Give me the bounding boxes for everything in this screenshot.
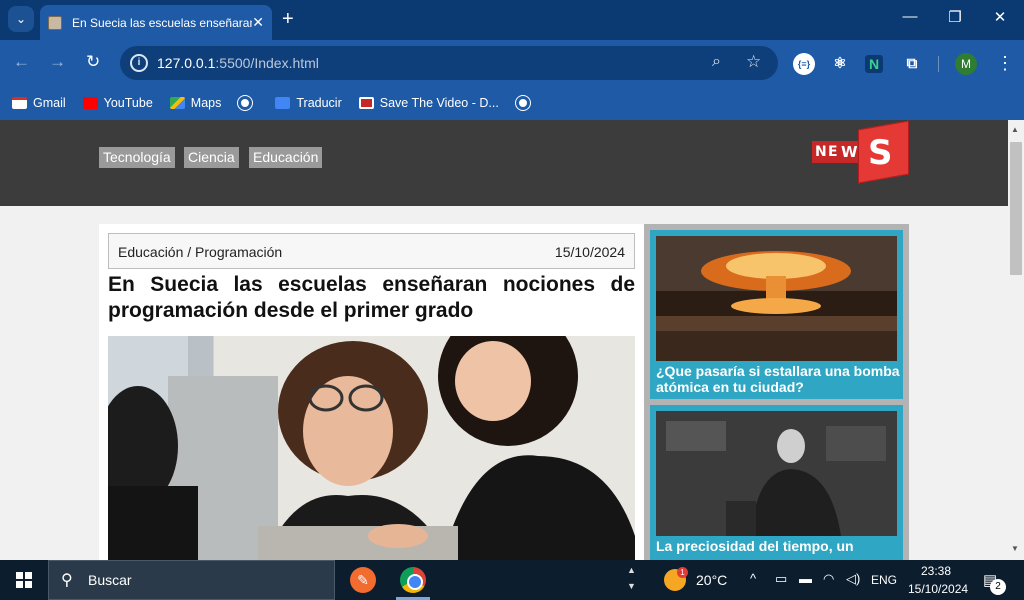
bookmark-maps[interactable]: Maps [169,96,221,110]
search-icon: ⚲ [61,572,73,589]
scrollbar-thumb[interactable] [1010,142,1022,275]
extensions-puzzle-icon[interactable]: ⧉ [901,53,923,75]
sidebar-card-tiempo[interactable]: La preciosidad del tiempo, un [650,405,903,560]
tab-search-button[interactable]: ⌄ [8,6,34,32]
bookmark-gmail[interactable]: Gmail [12,96,66,110]
news-logo[interactable]: N E W S [812,120,909,184]
bookmark-traducir[interactable]: Traducir [275,96,342,110]
gmail-icon [12,97,27,109]
explosion-photo [656,236,897,361]
more-menu-icon[interactable]: ⋮ [996,53,1014,73]
battery-icon[interactable]: ▬ [799,571,812,586]
bookmark-youtube[interactable]: YouTube [82,96,153,110]
wifi-icon[interactable]: ◠ [823,571,834,587]
react-devtools-icon[interactable]: ⚛ [829,53,851,75]
taskbar-scroll-arrows-icon[interactable]: ▲ ▼ [627,562,636,594]
profile-avatar[interactable]: M [955,53,977,75]
volume-icon[interactable]: ◁) [846,571,860,587]
card-title-tiempo[interactable]: La preciosidad del tiempo, un [656,538,901,554]
logo-letter-w: W [841,143,858,161]
card-image-explosion [656,236,897,361]
clock-time[interactable]: 23:38 [921,564,951,578]
url-text[interactable]: 127.0.0.1:5500/Index.html [157,55,319,71]
clock-date[interactable]: 15/10/2024 [908,582,968,596]
json-viewer-extension-icon[interactable]: {≡} [793,53,815,75]
close-window-button[interactable]: ✕ [988,8,1012,26]
weather-badge: 1 [677,567,688,578]
chevron-down-icon: ⌄ [15,12,27,26]
address-bar[interactable]: i 127.0.0.1:5500/Index.html ⌕ ☆ [120,46,778,80]
students-photo [108,336,635,560]
forward-button[interactable]: → [49,52,66,72]
save-the-video-icon [358,97,374,109]
restore-button[interactable]: ❐ [943,8,967,26]
nav-tecnologia[interactable]: Tecnología [99,147,175,168]
notification-count-badge: 2 [990,579,1006,595]
article-meta-bar: Educación / Programación 15/10/2024 [108,233,635,269]
article-category[interactable]: Educación / Programación [118,244,282,260]
article-date: 15/10/2024 [554,244,625,260]
logo-letter-e: E [828,144,838,160]
scroll-down-arrow-icon[interactable]: ▼ [1011,544,1019,553]
page-favicon-icon [48,15,62,30]
taskbar-search[interactable]: ⚲ Buscar [48,560,335,600]
meet-now-icon[interactable]: ▭ [775,571,787,587]
bookmarks-bar: Gmail YouTube Maps Traducir Save The Vid… [0,86,1024,120]
tab-title: En Suecia las escuelas enseñaran [72,15,252,30]
sidebar: ¿Que pasaría si estallara una bomba atóm… [644,224,909,560]
main-article: Educación / Programación 15/10/2024 En S… [99,224,644,560]
language-indicator[interactable]: ENG [871,573,897,587]
translate-icon [275,97,291,109]
bookmark-save-the-video[interactable]: Save The Video - D... [358,96,499,110]
globe-icon [237,95,254,111]
taskbar-chrome-icon[interactable] [400,567,426,593]
taskbar-app-postman-icon[interactable]: ✎ [350,567,376,593]
new-tab-button[interactable]: + [282,8,294,30]
nav-educacion[interactable]: Educación [249,147,323,168]
site-header: Tecnología Ciencia Educación N E W S [0,120,1008,206]
browser-toolbar: ← → ↻ i 127.0.0.1:5500/Index.html ⌕ ☆ {≡… [0,40,1024,86]
youtube-icon [82,97,98,109]
globe-icon [514,95,531,111]
minimize-button[interactable]: — [898,8,922,25]
article-hero-image[interactable] [108,336,635,560]
article-title[interactable]: En Suecia las escuelas enseñaran nocione… [108,272,635,324]
card-image-scientist [656,411,897,536]
scroll-up-arrow-icon[interactable]: ▲ [1011,125,1019,134]
close-tab-icon[interactable]: ✕ [252,14,264,31]
scientist-photo [656,411,897,536]
n-extension-icon[interactable]: N [865,55,883,73]
search-placeholder: Buscar [88,572,132,588]
card-title-bomb[interactable]: ¿Que pasaría si estallara una bomba atóm… [656,363,901,395]
bookmark-star-icon[interactable]: ☆ [746,52,761,72]
windows-start-icon[interactable] [16,572,32,588]
weather-temperature[interactable]: 20°C [696,572,727,588]
windows-taskbar: ⚲ Buscar ✎ ▲ ▼ 1 20°C ^ ▭ ▬ ◠ ◁) ENG 23:3… [0,560,1024,600]
logo-letter-s: S [868,133,893,173]
browser-tab[interactable]: En Suecia las escuelas enseñaran ✕ [40,5,272,40]
site-info-icon[interactable]: i [130,54,148,72]
bookmark-globe-2[interactable] [514,95,536,111]
maps-icon [169,97,185,109]
sidebar-card-bomb[interactable]: ¿Que pasaría si estallara una bomba atóm… [650,230,903,399]
page-viewport: Tecnología Ciencia Educación N E W S Edu… [0,120,1008,560]
nav-ciencia[interactable]: Ciencia [184,147,239,168]
back-button[interactable]: ← [13,52,30,72]
toolbar-divider [938,56,939,72]
zoom-icon[interactable]: ⌕ [712,53,721,71]
bookmark-globe[interactable] [237,95,258,111]
reload-button[interactable]: ↻ [86,52,100,72]
logo-letter-n: N [815,144,827,160]
show-hidden-icons-chevron-icon[interactable]: ^ [750,571,756,586]
tab-strip: ⌄ En Suecia las escuelas enseñaran ✕ + —… [0,0,1024,40]
